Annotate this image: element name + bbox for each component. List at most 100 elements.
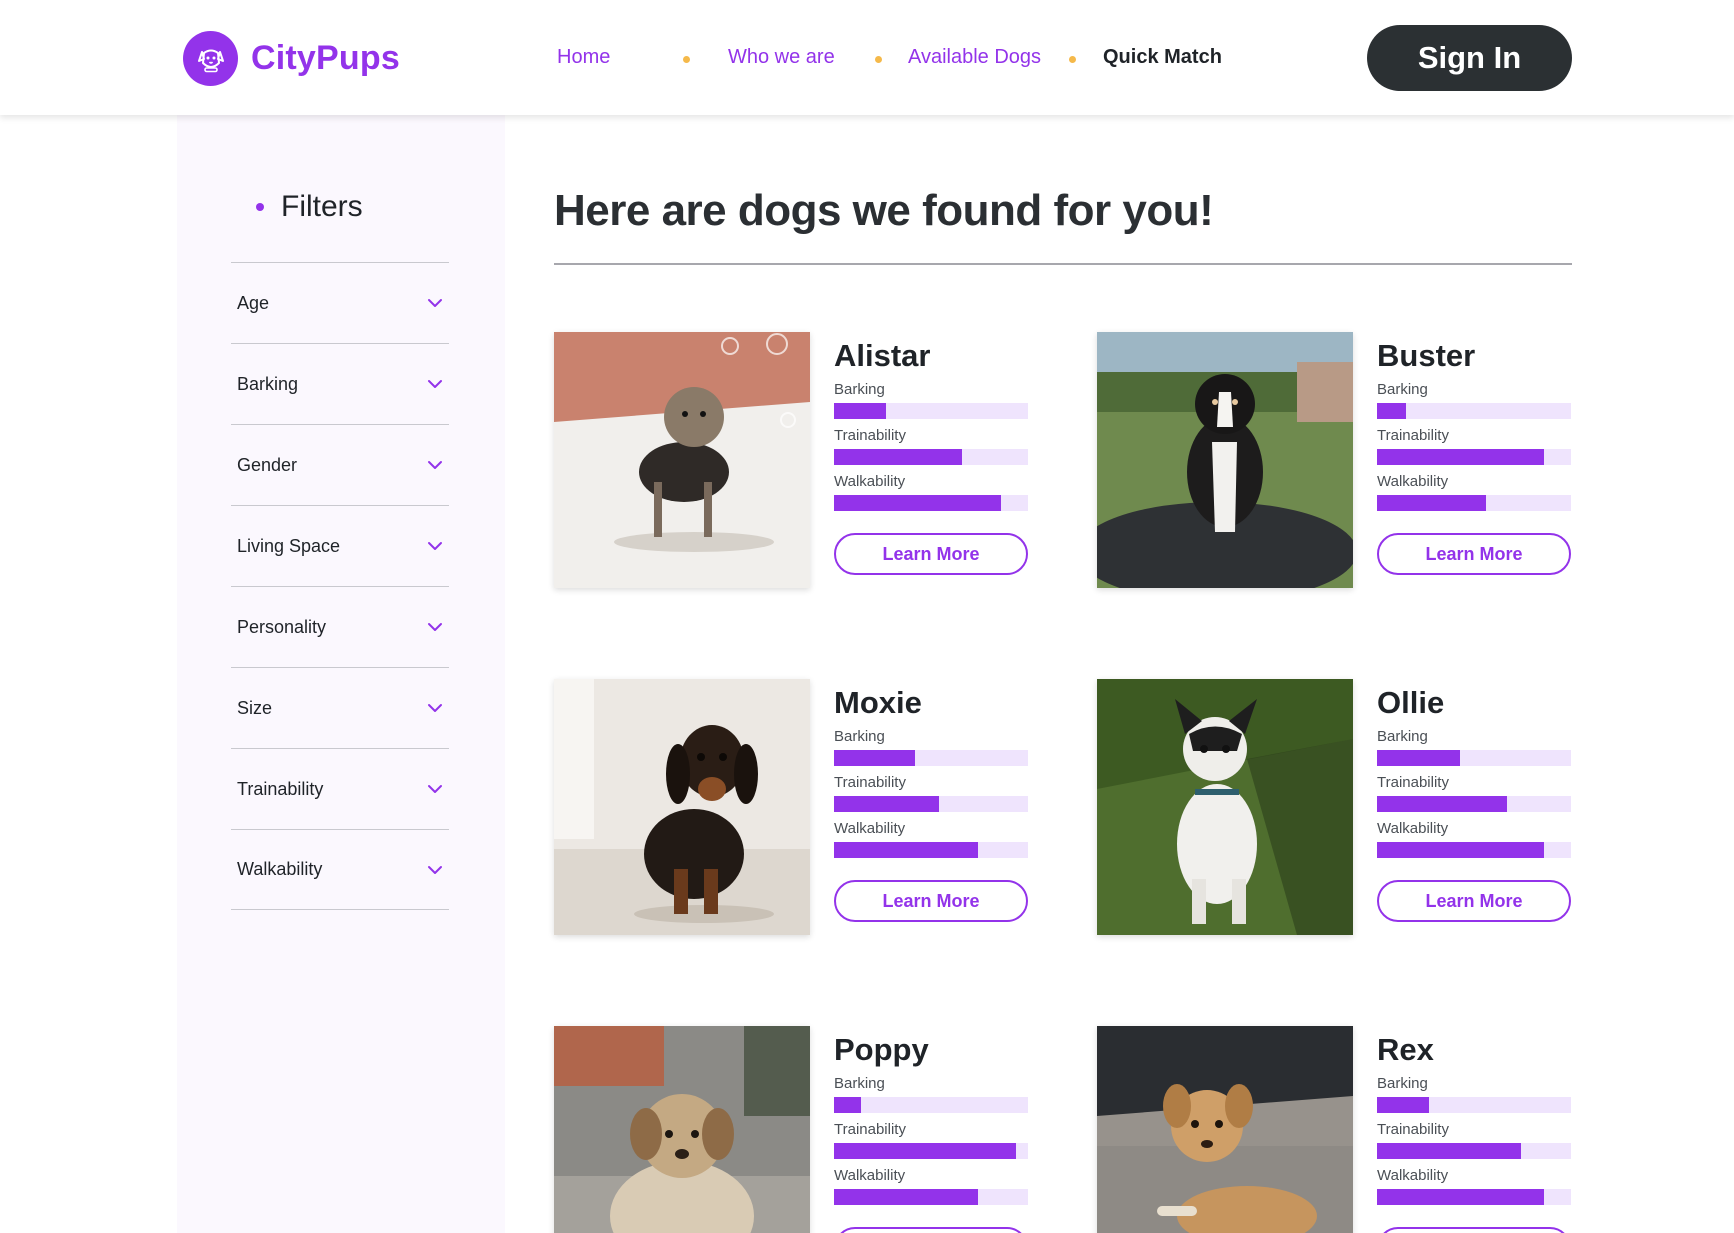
dog-card: Alistar Barking Trainability Walkability… <box>554 332 1066 588</box>
trainability-bar-fill <box>1377 449 1544 465</box>
walkability-bar <box>834 842 1028 858</box>
stat-label: Barking <box>1377 1075 1428 1092</box>
filter-personality[interactable]: Personality <box>231 586 449 667</box>
filter-label: Barking <box>237 373 299 394</box>
stat-label: Trainability <box>1377 427 1449 444</box>
filter-age[interactable]: Age <box>231 262 449 343</box>
stat-label: Trainability <box>1377 774 1449 791</box>
dog-name: Rex <box>1377 1032 1434 1067</box>
walkability-bar <box>1377 495 1571 511</box>
walkability-bar <box>1377 1189 1571 1205</box>
nav-separator-dot <box>1069 56 1076 63</box>
stat-label: Trainability <box>834 1121 906 1138</box>
filter-label: Walkability <box>237 859 323 879</box>
chevron-down-icon <box>428 380 442 388</box>
nav-link-who-we-are[interactable]: Who we are <box>728 46 835 69</box>
title-divider <box>554 263 1572 265</box>
brand-name: CityPups <box>251 39 400 77</box>
sign-in-button[interactable]: Sign In <box>1367 25 1572 91</box>
chevron-down-icon <box>428 461 442 469</box>
chevron-down-icon <box>428 542 442 550</box>
dog-photo[interactable] <box>554 679 810 935</box>
stat-label: Walkability <box>1377 820 1449 837</box>
walkability-bar-fill <box>1377 495 1486 511</box>
learn-more-button[interactable]: Learn More <box>834 533 1028 575</box>
filter-label: Gender <box>237 454 298 475</box>
nav-separator-dot <box>683 56 690 63</box>
barking-bar <box>1377 750 1571 766</box>
nav-link-quick-match[interactable]: Quick Match <box>1103 46 1222 69</box>
dog-name: Moxie <box>834 685 922 720</box>
chevron-down-icon <box>428 299 442 307</box>
stat-label: Walkability <box>834 1167 906 1184</box>
filter-label: Age <box>237 292 270 313</box>
learn-more-button[interactable]: Learn More <box>1377 1227 1571 1233</box>
learn-more-button[interactable]: Learn More <box>1377 880 1571 922</box>
nav-link-available-dogs[interactable]: Available Dogs <box>908 46 1041 69</box>
filters-heading: Filters <box>256 190 363 224</box>
filter-walkability[interactable]: Walkability <box>231 829 449 910</box>
stat-label: Barking <box>834 1075 885 1092</box>
trainability-bar <box>1377 449 1571 465</box>
dog-photo[interactable] <box>554 332 810 588</box>
filter-living-space[interactable]: Living Space <box>231 505 449 586</box>
chevron-down-icon <box>428 623 442 631</box>
learn-more-button[interactable]: Learn More <box>834 1227 1028 1233</box>
trainability-bar-fill <box>1377 796 1507 812</box>
walkability-bar-fill <box>834 1189 978 1205</box>
dog-card: Rex Barking Trainability Walkability Lea… <box>1097 1026 1609 1233</box>
filter-trainability[interactable]: Trainability <box>231 748 449 829</box>
filter-list: Age Barking Gender Living Space Personal… <box>231 262 449 910</box>
chevron-down-icon <box>428 865 442 874</box>
filter-gender[interactable]: Gender <box>231 424 449 505</box>
dog-photo[interactable] <box>1097 1026 1353 1233</box>
dog-card: Poppy Barking Trainability Walkability L… <box>554 1026 1066 1233</box>
stat-label: Barking <box>834 728 885 745</box>
walkability-bar-fill <box>834 495 1001 511</box>
trainability-bar <box>834 1143 1028 1159</box>
dog-face-icon <box>183 31 238 86</box>
filter-size[interactable]: Size <box>231 667 449 748</box>
chevron-down-icon <box>428 704 442 712</box>
page-title: Here are dogs we found for you! <box>554 186 1214 235</box>
barking-bar-fill <box>1377 750 1461 766</box>
stat-label: Walkability <box>1377 473 1449 490</box>
barking-bar-fill <box>834 1097 862 1113</box>
learn-more-button[interactable]: Learn More <box>834 880 1028 922</box>
dog-card: Moxie Barking Trainability Walkability L… <box>554 679 1066 935</box>
brand-logo[interactable]: CityPups <box>183 31 400 86</box>
dog-name: Ollie <box>1377 685 1445 720</box>
dog-photo[interactable] <box>1097 332 1353 588</box>
walkability-bar <box>1377 842 1571 858</box>
stat-label: Trainability <box>834 774 906 791</box>
stat-label: Trainability <box>1377 1121 1449 1138</box>
stat-label: Barking <box>834 381 885 398</box>
stat-label: Walkability <box>1377 1167 1449 1184</box>
filter-label: Trainability <box>237 778 324 799</box>
stat-label: Walkability <box>834 473 906 490</box>
barking-bar <box>834 403 1028 419</box>
chevron-down-icon <box>428 785 442 793</box>
filters-title: Filters <box>281 190 363 223</box>
trainability-bar <box>1377 796 1571 812</box>
stat-label: Walkability <box>834 820 906 837</box>
dog-photo[interactable] <box>554 1026 810 1233</box>
learn-more-button[interactable]: Learn More <box>1377 533 1571 575</box>
dog-name: Alistar <box>834 338 931 373</box>
dog-photo[interactable] <box>1097 679 1353 935</box>
trainability-bar-fill <box>834 796 939 812</box>
dog-name: Buster <box>1377 338 1476 373</box>
barking-bar-fill <box>1377 403 1407 419</box>
nav-link-home[interactable]: Home <box>557 46 610 69</box>
barking-bar <box>1377 403 1571 419</box>
filter-label: Size <box>237 697 273 718</box>
filter-label: Living Space <box>237 535 341 556</box>
stat-label: Barking <box>1377 381 1428 398</box>
trainability-bar <box>834 796 1028 812</box>
trainability-bar-fill <box>834 449 963 465</box>
dog-card: Ollie Barking Trainability Walkability L… <box>1097 679 1609 935</box>
nav-separator-dot <box>875 56 882 63</box>
barking-bar-fill <box>834 403 887 419</box>
filter-barking[interactable]: Barking <box>231 343 449 424</box>
filter-label: Personality <box>237 616 327 637</box>
